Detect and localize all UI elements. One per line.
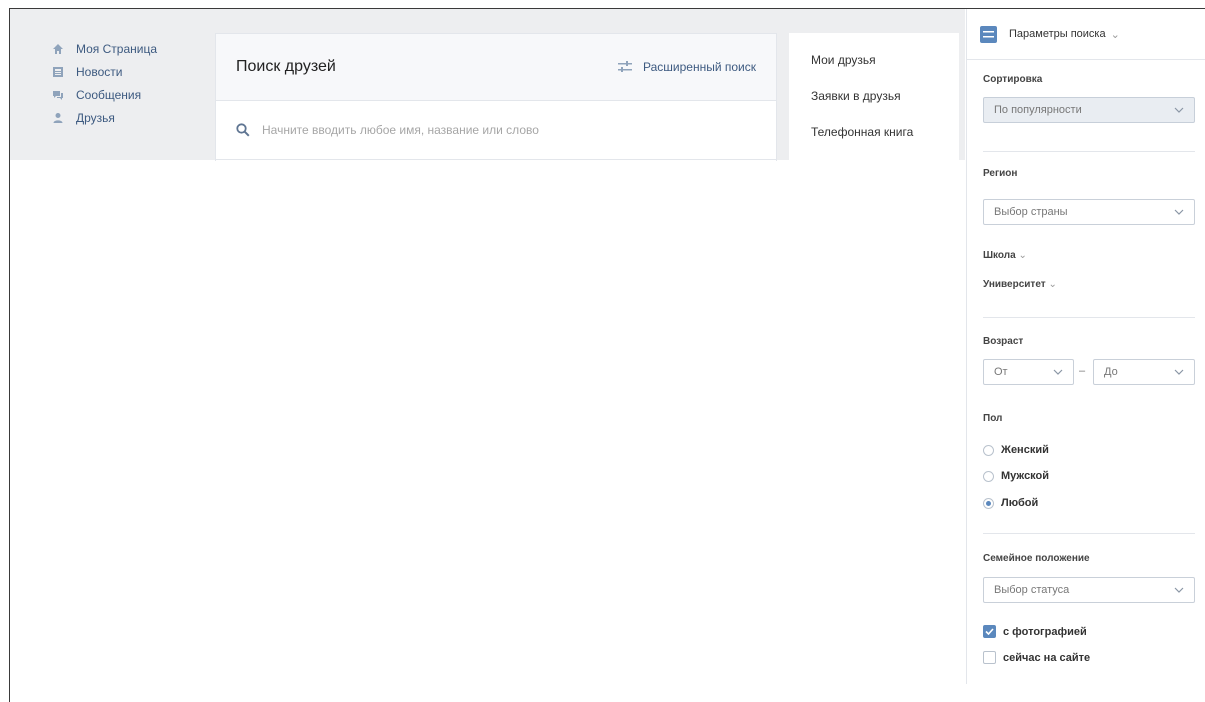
sort-select[interactable]: По популярности <box>983 97 1195 123</box>
advanced-search-link[interactable]: Расширенный поиск <box>617 60 756 74</box>
nav-item-label: Сообщения <box>76 87 142 102</box>
university-expander[interactable]: Университет ⌄ <box>983 279 1057 290</box>
chevron-down-icon <box>1053 369 1063 375</box>
params-icon <box>980 25 997 43</box>
chevron-down-icon <box>1174 369 1184 375</box>
nav-item-friends[interactable]: Друзья <box>52 106 157 129</box>
advanced-search-label: Расширенный поиск <box>643 60 756 74</box>
checkbox-checked[interactable] <box>983 625 996 638</box>
friends-search-card: Поиск друзей Расширенный поиск <box>215 33 777 161</box>
home-icon <box>52 43 64 55</box>
age-label: Возраст <box>983 336 1024 347</box>
menu-item-phone-book[interactable]: Телефонная книга <box>811 125 913 139</box>
chevron-down-icon: ⌄ <box>1018 250 1027 261</box>
country-value: Выбор страны <box>994 206 1068 218</box>
family-status-label: Семейное положение <box>983 553 1090 564</box>
country-select[interactable]: Выбор страны <box>983 199 1195 225</box>
university-label: Университет <box>983 279 1046 290</box>
family-status-value: Выбор статуса <box>994 584 1070 596</box>
chevron-down-icon <box>1174 107 1184 113</box>
chevron-down-icon <box>1174 587 1184 593</box>
online-now-label: сейчас на сайте <box>1003 651 1091 664</box>
messages-icon <box>52 89 64 101</box>
age-range-dash: – <box>1079 365 1086 377</box>
school-label: Школа <box>983 250 1016 261</box>
divider <box>983 151 1195 152</box>
filter-sliders-icon <box>618 61 632 72</box>
nav-item-news[interactable]: Новости <box>52 60 157 83</box>
online-now-checkbox-row[interactable]: сейчас на сайте <box>983 651 1090 664</box>
school-expander[interactable]: Школа ⌄ <box>983 250 1027 261</box>
page-title: Поиск друзей <box>236 58 336 75</box>
nav-item-label: Моя Страница <box>76 41 158 56</box>
radio-button[interactable] <box>983 444 994 456</box>
gender-option-male[interactable]: Мужской <box>983 470 1049 482</box>
check-icon <box>985 628 994 635</box>
radio-button[interactable] <box>983 470 994 482</box>
gender-option-female[interactable]: Женский <box>983 444 1049 456</box>
age-from-value: От <box>994 366 1008 378</box>
panel-title: Параметры поиска <box>1009 28 1106 40</box>
nav-item-label: Друзья <box>76 110 115 125</box>
radio-button-selected[interactable] <box>983 497 994 509</box>
search-params-panel: Параметры поиска ⌄ Сортировка По популяр… <box>966 9 1205 684</box>
chevron-down-icon: ⌄ <box>1048 279 1057 290</box>
sort-label: Сортировка <box>983 74 1043 85</box>
divider <box>983 533 1195 534</box>
with-photo-label: с фотографией <box>1003 625 1087 638</box>
friends-icon <box>52 112 64 124</box>
search-icon <box>236 123 250 137</box>
card-header: Поиск друзей Расширенный поиск <box>216 34 776 101</box>
with-photo-checkbox-row[interactable]: с фотографией <box>983 625 1087 638</box>
gender-label: Пол <box>983 413 1003 424</box>
chevron-down-icon: ⌄ <box>1110 28 1120 41</box>
age-to-value: До <box>1104 366 1118 378</box>
family-status-select[interactable]: Выбор статуса <box>983 577 1195 603</box>
age-to-select[interactable]: До <box>1093 359 1195 385</box>
gender-option-label: Мужской <box>1001 470 1050 482</box>
gender-option-any[interactable]: Любой <box>983 497 1038 509</box>
left-nav: Моя Страница Новости Сообщения Друзья <box>52 37 157 129</box>
divider <box>983 317 1195 318</box>
news-icon <box>52 66 64 78</box>
region-label: Регион <box>983 168 1018 179</box>
age-from-select[interactable]: От <box>983 359 1074 385</box>
nav-item-label: Новости <box>76 64 123 79</box>
sort-value: По популярности <box>994 104 1082 116</box>
menu-item-friend-requests[interactable]: Заявки в друзья <box>811 89 901 103</box>
friends-menu: Мои друзья Заявки в друзья Телефонная кн… <box>789 33 959 160</box>
nav-item-messages[interactable]: Сообщения <box>52 83 157 106</box>
search-row <box>216 101 776 160</box>
checkbox[interactable] <box>983 651 996 664</box>
gender-option-label: Женский <box>1001 444 1049 456</box>
gender-option-label: Любой <box>1001 497 1039 509</box>
nav-item-my-page[interactable]: Моя Страница <box>52 37 157 60</box>
search-input[interactable] <box>262 123 742 137</box>
panel-header[interactable]: Параметры поиска ⌄ <box>967 9 1205 60</box>
menu-item-my-friends[interactable]: Мои друзья <box>811 53 876 67</box>
chevron-down-icon <box>1174 209 1184 215</box>
